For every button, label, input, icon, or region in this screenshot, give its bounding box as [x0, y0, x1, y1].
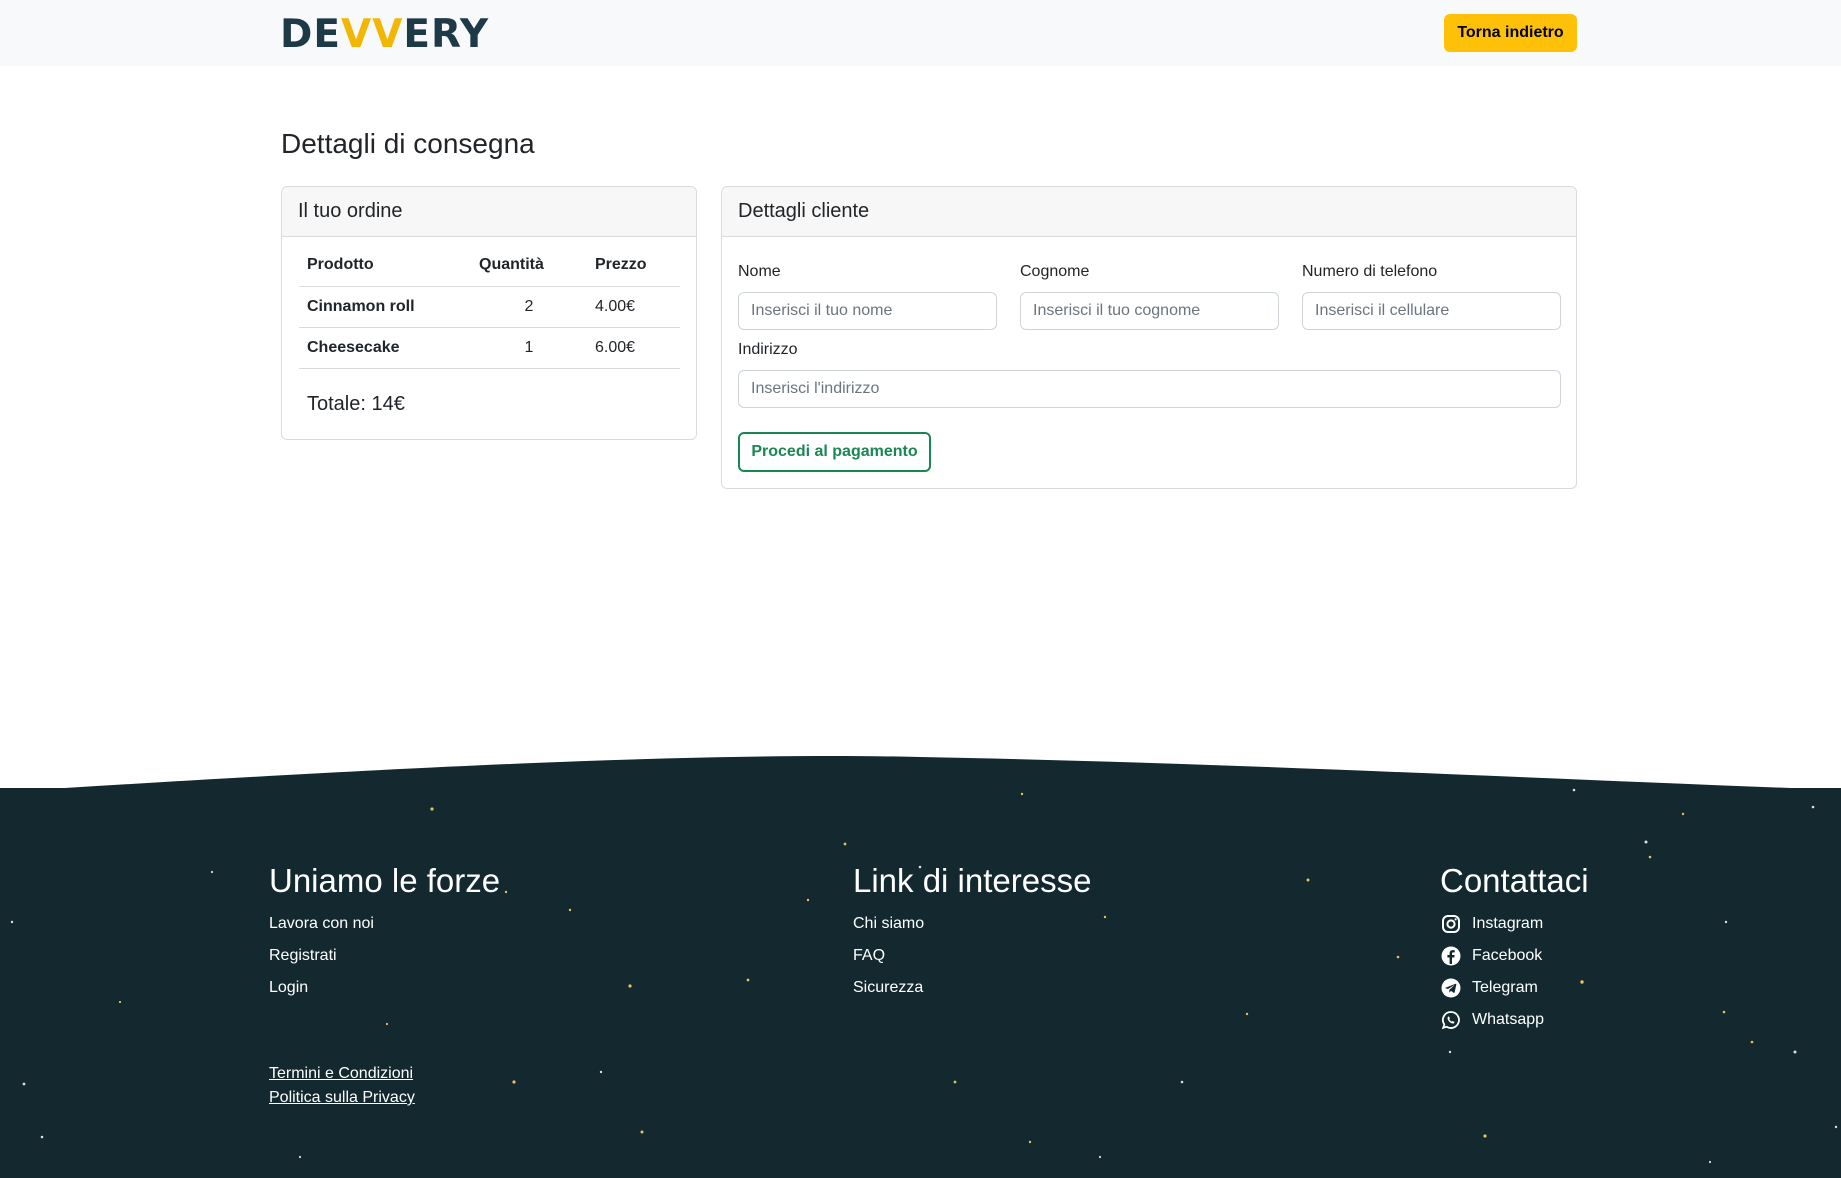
address-label: Indirizzo: [738, 341, 798, 358]
order-card: Il tuo ordine Prodotto Quantità Prezzo C…: [281, 186, 697, 440]
logo-text-end: ERY: [403, 11, 490, 57]
client-card-header: Dettagli cliente: [722, 187, 1576, 237]
footer-col-contacts: Contattaci Instagram Facebook Telegram W…: [1440, 862, 1589, 1036]
footer-heading-join: Uniamo le forze: [269, 862, 501, 899]
footer-link-telegram[interactable]: Telegram: [1440, 972, 1589, 1004]
table-header-row: Prodotto Quantità Prezzo: [299, 245, 680, 287]
table-row: Cinnamon roll 2 4.00€: [299, 286, 680, 328]
footer-link-login[interactable]: Login: [269, 972, 500, 1004]
page-title: Dettagli di consegna: [281, 128, 535, 159]
table-row: Cheesecake 1 6.00€: [299, 327, 680, 369]
footer-link-label: Telegram: [1472, 979, 1538, 996]
logo[interactable]: DE VV ERY: [280, 11, 490, 57]
column-header-quantity: Quantità: [471, 245, 587, 287]
price-cell: 4.00€: [587, 286, 680, 328]
footer-link-facebook[interactable]: Facebook: [1440, 940, 1589, 972]
footer-link-instagram[interactable]: Instagram: [1440, 908, 1589, 940]
footer-link-label: Whatsapp: [1472, 1011, 1545, 1028]
instagram-icon: [1440, 913, 1462, 935]
product-cell: Cheesecake: [299, 327, 471, 369]
whatsapp-icon: [1440, 1009, 1462, 1031]
footer-link-faq[interactable]: FAQ: [853, 940, 1091, 972]
privacy-link[interactable]: Politica sulla Privacy: [269, 1086, 415, 1110]
order-card-header: Il tuo ordine: [282, 187, 696, 237]
product-cell: Cinnamon roll: [299, 286, 471, 328]
proceed-to-payment-button[interactable]: Procedi al pagamento: [738, 432, 931, 472]
price-cell: 6.00€: [587, 327, 680, 369]
name-input[interactable]: [738, 292, 997, 330]
footer-link-label: Instagram: [1472, 915, 1544, 932]
telegram-icon: [1440, 977, 1462, 999]
footer-link-whatsapp[interactable]: Whatsapp: [1440, 1004, 1589, 1036]
logo-text-accent: VV: [341, 11, 404, 57]
footer-link-register[interactable]: Registrati: [269, 940, 500, 972]
footer-col-join: Uniamo le forze Lavora con noi Registrat…: [269, 862, 500, 1004]
address-input[interactable]: [738, 370, 1561, 408]
footer-link-about-us[interactable]: Chi siamo: [853, 908, 1091, 940]
footer-link-security[interactable]: Sicurezza: [853, 972, 1091, 1004]
footer-legal-links: Termini e Condizioni Politica sulla Priv…: [269, 1062, 415, 1110]
surname-input[interactable]: [1020, 292, 1279, 330]
order-total: Totale: 14€: [307, 393, 405, 415]
navbar: DE VV ERY Torna indietro: [0, 0, 1841, 66]
footer-link-work-with-us[interactable]: Lavora con noi: [269, 908, 500, 940]
column-header-price: Prezzo: [587, 245, 680, 287]
phone-input[interactable]: [1302, 292, 1561, 330]
order-table: Prodotto Quantità Prezzo Cinnamon roll 2…: [299, 245, 680, 369]
footer-col-links: Link di interesse Chi siamo FAQ Sicurezz…: [853, 862, 1091, 1004]
footer-heading-contacts: Contattaci: [1440, 862, 1589, 899]
footer-link-label: Facebook: [1472, 947, 1543, 964]
terms-link[interactable]: Termini e Condizioni: [269, 1062, 415, 1086]
logo-text-start: DE: [280, 11, 342, 57]
client-card: Dettagli cliente Nome Cognome Numero di …: [721, 186, 1577, 489]
surname-label: Cognome: [1020, 263, 1090, 280]
quantity-cell: 1: [471, 327, 587, 369]
footer-heading-links: Link di interesse: [853, 862, 1092, 899]
facebook-icon: [1440, 945, 1462, 967]
column-header-product: Prodotto: [299, 245, 471, 287]
phone-label: Numero di telefono: [1302, 263, 1438, 280]
name-label: Nome: [738, 263, 781, 280]
quantity-cell: 2: [471, 286, 587, 328]
back-button[interactable]: Torna indietro: [1444, 14, 1577, 52]
